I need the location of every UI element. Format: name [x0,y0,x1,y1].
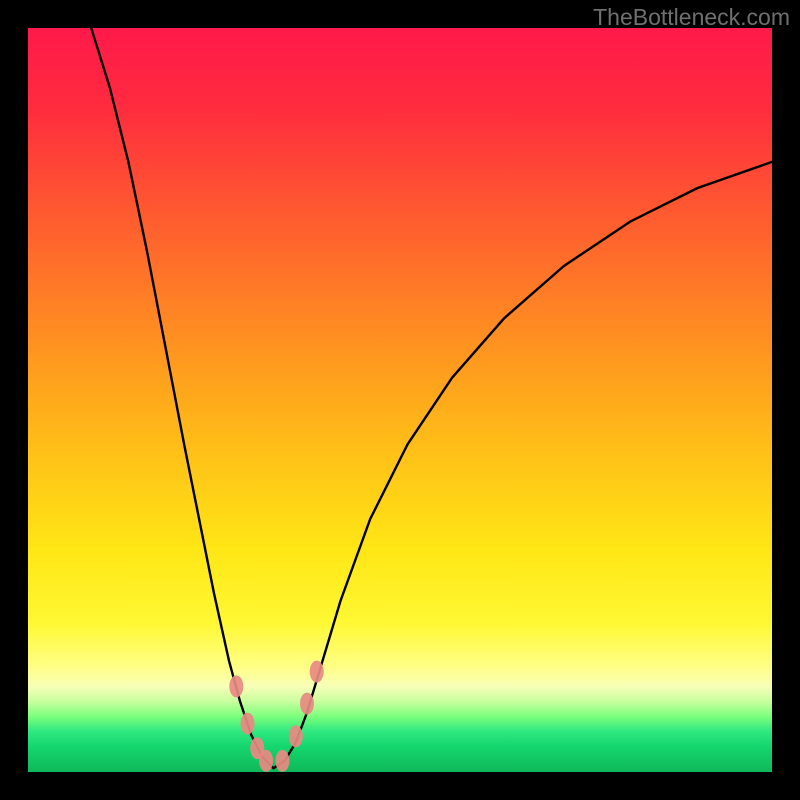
marker-dot [289,725,303,747]
chart-frame: TheBottleneck.com [0,0,800,800]
marker-dot [229,675,243,697]
bottleneck-curve [91,28,772,768]
marker-group [229,661,323,772]
curve-layer [28,28,772,772]
watermark-text: TheBottleneck.com [593,4,790,31]
marker-dot [259,750,273,772]
marker-dot [241,713,255,735]
plot-area [28,28,772,772]
marker-dot [275,750,289,772]
marker-dot [310,661,324,683]
marker-dot [300,693,314,715]
